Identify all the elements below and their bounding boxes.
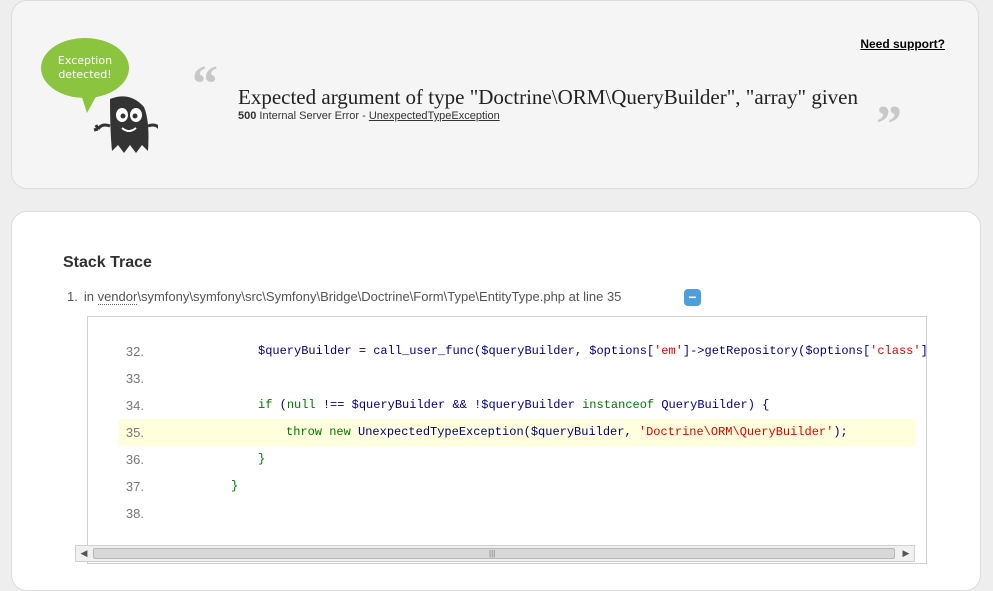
trace-item-index: 1. bbox=[67, 289, 78, 304]
code-line: 34. if (null !== $queryBuilder && !$quer… bbox=[118, 392, 916, 419]
code-line: 38. bbox=[118, 500, 916, 527]
line-source: throw new UnexpectedTypeException($query… bbox=[286, 425, 848, 439]
exception-message: Expected argument of type "Doctrine\ORM\… bbox=[238, 85, 858, 109]
line-number: 34. bbox=[125, 398, 144, 413]
logo-text-line-2: detected! bbox=[58, 68, 111, 81]
stack-trace-title: Stack Trace bbox=[63, 254, 152, 271]
exception-status-line: 500 Internal Server Error - UnexpectedTy… bbox=[238, 110, 500, 122]
trace-item-vendor-abbr[interactable]: vendor bbox=[97, 289, 138, 305]
line-source: if (null !== $queryBuilder && !$queryBui… bbox=[258, 398, 770, 412]
collapse-toggle-button[interactable]: − bbox=[684, 289, 701, 306]
line-number: 35. bbox=[125, 425, 144, 440]
code-line-highlighted: 35. throw new UnexpectedTypeException($q… bbox=[118, 419, 916, 446]
trace-item-path: \symfony\symfony\src\Symfony\Bridge\Doct… bbox=[137, 289, 622, 304]
status-code: 500 bbox=[238, 110, 257, 122]
trace-item: 1. in vendor\symfony\symfony\src\Symfony\… bbox=[67, 289, 622, 305]
code-line: 37. } bbox=[118, 473, 916, 500]
scroll-left-icon[interactable]: ◀ bbox=[77, 547, 91, 560]
horizontal-scrollbar[interactable]: ◀ ||| ▶ bbox=[75, 545, 915, 562]
scrollbar-thumb[interactable]: ||| bbox=[93, 548, 895, 559]
open-quote-icon: “ bbox=[192, 56, 218, 113]
line-source: } bbox=[258, 452, 266, 466]
line-number: 38. bbox=[125, 506, 144, 521]
need-support-link[interactable]: Need support? bbox=[860, 37, 945, 51]
scrollbar-grip-icon: ||| bbox=[489, 549, 496, 558]
code-excerpt: 32. $queryBuilder = call_user_func($quer… bbox=[87, 316, 927, 564]
line-source: $queryBuilder = call_user_func($queryBui… bbox=[258, 344, 926, 358]
line-number: 32. bbox=[125, 344, 144, 359]
scroll-right-icon[interactable]: ▶ bbox=[899, 547, 913, 560]
exception-class-name[interactable]: UnexpectedTypeException bbox=[369, 110, 500, 122]
code-line: 36. } bbox=[118, 446, 916, 473]
stack-trace-panel: Stack Trace 1. in vendor\symfony\symfony\… bbox=[11, 211, 981, 591]
exception-header: Exception detected! Need support? “ Expe… bbox=[11, 0, 979, 189]
code-line: 32. $queryBuilder = call_user_func($quer… bbox=[118, 338, 926, 365]
line-number: 37. bbox=[125, 479, 144, 494]
trace-item-prefix: in bbox=[83, 289, 98, 304]
line-number: 33. bbox=[125, 371, 144, 386]
code-line: 33. bbox=[118, 365, 916, 392]
exception-detected-logo: Exception detected! bbox=[41, 38, 158, 153]
status-text: Internal Server Error - bbox=[259, 110, 369, 122]
close-quote-icon: ” bbox=[876, 96, 902, 153]
line-source: } bbox=[231, 479, 239, 493]
line-number: 36. bbox=[125, 452, 144, 467]
logo-text-line-1: Exception bbox=[58, 54, 112, 67]
